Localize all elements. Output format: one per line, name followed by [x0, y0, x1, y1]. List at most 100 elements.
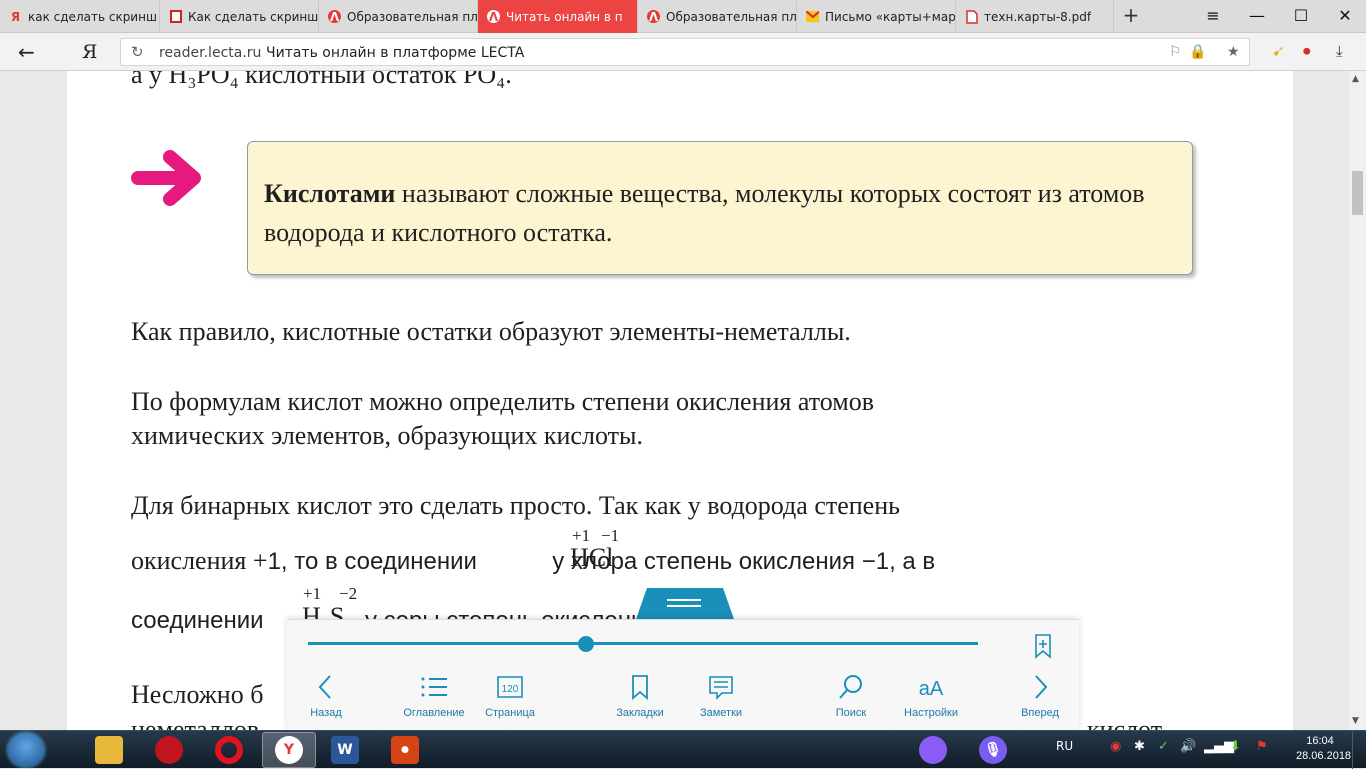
- scrollbar[interactable]: [1349, 71, 1366, 730]
- text-size-glyph: aA: [919, 678, 944, 700]
- menu-icon[interactable]: ≡: [1198, 4, 1228, 28]
- tab-title: Образовательная пл: [666, 9, 796, 24]
- back-arrow-icon[interactable]: ←: [18, 40, 35, 64]
- language-indicator[interactable]: RU: [1056, 739, 1073, 753]
- tab-5[interactable]: Λ Образовательная пл: [638, 0, 797, 33]
- url-field[interactable]: ↻ reader.lecta.ru Читать онлайн в платфо…: [120, 38, 1250, 66]
- text-run: окисления +: [131, 546, 268, 575]
- opera-tray-icon[interactable]: ◉: [1110, 739, 1121, 754]
- star-icon[interactable]: ★: [1227, 44, 1240, 60]
- tab-3[interactable]: Λ Образовательная пл: [319, 0, 478, 33]
- new-tab-button[interactable]: +: [1120, 3, 1142, 29]
- forward-button[interactable]: Вперед: [995, 674, 1085, 724]
- bookmarks-label: Закладки: [616, 707, 664, 719]
- page-number-icon: 120: [497, 676, 523, 698]
- definition-box: Кислотами называют сложные вещества, мол…: [247, 141, 1193, 275]
- maximize-icon[interactable]: ☐: [1286, 4, 1316, 28]
- taskbar-yandex-browser[interactable]: Y: [262, 732, 316, 768]
- bookmarks-button[interactable]: Закладки: [595, 674, 685, 724]
- page-number-text: 120: [502, 684, 519, 695]
- search-button[interactable]: Поиск: [806, 674, 896, 724]
- tab-1[interactable]: Я как сделать скринш: [0, 0, 160, 33]
- taskbar-word[interactable]: W: [318, 732, 372, 768]
- reader-toolbar: Назад Оглавление 120 Страница Закладки З…: [287, 619, 1079, 730]
- tab-7[interactable]: техн.карты-8.pdf: [956, 0, 1114, 33]
- recorder-icon: ⏺: [391, 736, 419, 764]
- taskbar-opera-red[interactable]: [142, 732, 196, 768]
- close-icon[interactable]: ✕: [1330, 4, 1360, 28]
- clock-time: 16:04: [1306, 735, 1334, 747]
- tab-6[interactable]: Письмо «карты+мар: [797, 0, 956, 33]
- oxidation-number: 1: [875, 548, 890, 575]
- taskbar-explorer[interactable]: [82, 732, 136, 768]
- extension-cursor-icon[interactable]: ➹: [1272, 42, 1285, 60]
- settings-button[interactable]: aA Настройки: [886, 674, 976, 724]
- taskbar: Y W ⏺ 🎙 RU ◉ ✱ ✓ 🔊 ▂▄▆ ⬇ ⚑ 16:04 28.06.20…: [0, 730, 1366, 769]
- progress-slider[interactable]: [308, 636, 978, 652]
- microphone-icon: 🎙: [979, 736, 1007, 764]
- word-icon: W: [331, 736, 359, 764]
- list-icon: [421, 677, 447, 697]
- pdf-icon: [965, 9, 978, 24]
- opera-dark-icon: [155, 736, 183, 764]
- address-bar: ← Я ↻ reader.lecta.ru Читать онлайн в пл…: [0, 33, 1366, 71]
- search-icon: [839, 675, 862, 699]
- chevron-left-icon: [318, 675, 331, 699]
- scroll-up-icon[interactable]: ▲: [1352, 74, 1359, 84]
- hcl-formula: HCl: [570, 543, 614, 572]
- text-run: , а в: [889, 548, 936, 575]
- tab-title: как сделать скринш: [28, 9, 157, 24]
- add-bookmark-icon[interactable]: [1033, 633, 1053, 659]
- volume-icon[interactable]: 🔊: [1180, 739, 1196, 754]
- flag-icon[interactable]: ⚑: [1256, 739, 1268, 754]
- scroll-down-icon[interactable]: ▼: [1352, 716, 1359, 726]
- back-label: Назад: [310, 707, 342, 719]
- url-domain: reader.lecta.ru: [159, 45, 262, 61]
- clock-date: 28.06.2018: [1296, 750, 1352, 762]
- tab-2[interactable]: Как сделать скринш: [160, 0, 319, 33]
- tray-check-icon[interactable]: ✓: [1158, 739, 1169, 754]
- taskbar-voice[interactable]: 🎙: [966, 732, 1020, 768]
- tab-title: Образовательная пл: [347, 9, 477, 24]
- taskbar-recorder[interactable]: ⏺: [378, 732, 432, 768]
- text-run: , то в соединении: [280, 548, 484, 575]
- tray-tool-icon[interactable]: ✱: [1134, 739, 1145, 754]
- page-label: Страница: [485, 707, 535, 719]
- paragraph-3-line-2: окисления +1, то в соединении у хлора ст…: [131, 544, 935, 578]
- download-tray-icon[interactable]: ⬇: [1230, 739, 1241, 754]
- lecta-icon: Λ: [647, 9, 660, 24]
- paragraph-2-line-2: химических элементов, образующих кислоты…: [131, 421, 643, 450]
- scrollbar-thumb[interactable]: [1352, 171, 1363, 215]
- minimize-icon[interactable]: —: [1242, 4, 1272, 28]
- notes-icon: [709, 676, 733, 700]
- read-mode-icon[interactable]: ⚐: [1169, 44, 1182, 60]
- handle-lines-icon: [667, 599, 701, 607]
- downloads-icon[interactable]: ⤓: [1336, 42, 1343, 60]
- show-desktop-button[interactable]: [1352, 731, 1366, 769]
- tab-bar: Я как сделать скринш Как сделать скринш …: [0, 0, 1366, 33]
- reload-icon[interactable]: ↻: [131, 43, 144, 61]
- yandex-logo[interactable]: Я: [82, 41, 97, 63]
- tab-active[interactable]: Λ Читать онлайн в п: [478, 0, 638, 33]
- settings-label: Настройки: [904, 707, 958, 719]
- arrow-right-icon: [131, 150, 201, 206]
- taskbar-alice[interactable]: [906, 732, 960, 768]
- search-label: Поиск: [835, 707, 867, 719]
- clock[interactable]: 16:04 28.06.2018: [1296, 734, 1352, 764]
- paragraph-4-line-2: неметаллов: [131, 715, 260, 730]
- yandex-browser-icon: Y: [275, 736, 303, 764]
- folder-icon: [95, 736, 123, 764]
- windows-start-icon[interactable]: [8, 733, 44, 767]
- extension-video-icon[interactable]: ⏺: [1303, 42, 1311, 60]
- back-button[interactable]: Назад: [281, 674, 371, 724]
- tab-title: Читать онлайн в п: [506, 9, 623, 24]
- paragraph-3-line-3: соединении: [131, 607, 264, 634]
- lock-icon[interactable]: 🔒: [1189, 44, 1206, 60]
- notes-button[interactable]: Заметки: [676, 674, 766, 724]
- toolbar-handle[interactable]: [635, 588, 735, 622]
- definition-text: Кислотами называют сложные вещества, мол…: [264, 174, 1184, 252]
- alice-icon: [919, 736, 947, 764]
- page-button[interactable]: 120 Страница: [465, 674, 555, 724]
- taskbar-opera[interactable]: [202, 732, 256, 768]
- progress-knob[interactable]: [578, 636, 595, 652]
